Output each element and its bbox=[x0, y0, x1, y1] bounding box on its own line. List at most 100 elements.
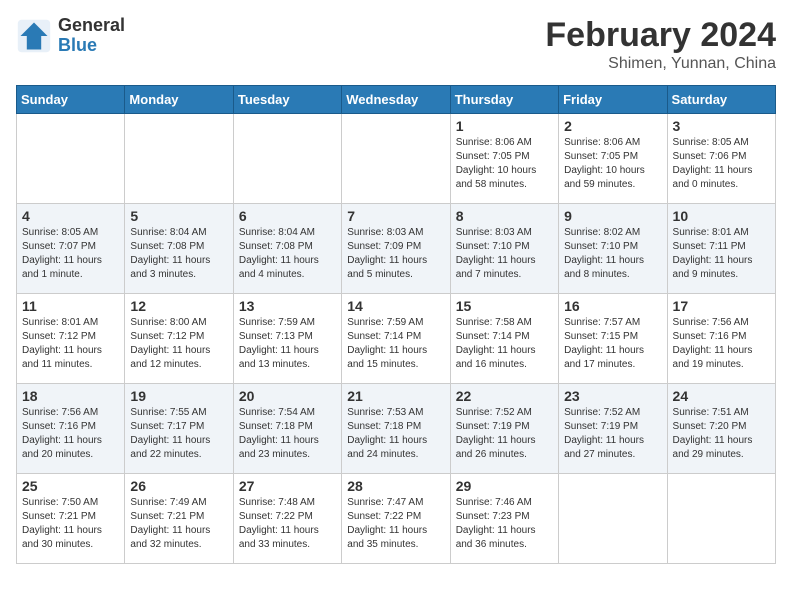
day-info: Sunrise: 8:03 AM Sunset: 7:09 PM Dayligh… bbox=[347, 226, 444, 282]
day-number: 22 bbox=[456, 388, 553, 404]
calendar-cell: 25Sunrise: 7:50 AM Sunset: 7:21 PM Dayli… bbox=[17, 474, 125, 564]
day-info: Sunrise: 7:52 AM Sunset: 7:19 PM Dayligh… bbox=[564, 406, 661, 462]
calendar-cell: 23 Sunrise: 7:52 AM Sunset: 7:19 PM Dayli… bbox=[559, 384, 667, 474]
day-number: 1 bbox=[456, 118, 553, 134]
weekday-header-tuesday: Tuesday bbox=[233, 86, 341, 114]
calendar-cell: 5Sunrise: 8:04 AM Sunset: 7:08 PM Daylig… bbox=[125, 204, 233, 294]
week-row-2: 11 Sunrise: 8:01 AM Sunset: 7:12 PM Dayli… bbox=[17, 294, 776, 384]
day-number: 7 bbox=[347, 208, 444, 224]
weekday-header-wednesday: Wednesday bbox=[342, 86, 450, 114]
calendar-cell: 1 Sunrise: 8:06 AM Sunset: 7:05 PM Daylig… bbox=[450, 114, 558, 204]
calendar-cell: 17 Sunrise: 7:56 AM Sunset: 7:16 PM Dayli… bbox=[667, 294, 775, 384]
logo-text: General Blue bbox=[58, 16, 125, 56]
day-number: 8 bbox=[456, 208, 553, 224]
calendar-cell bbox=[125, 114, 233, 204]
day-info: Sunrise: 7:47 AM Sunset: 7:22 PM Dayligh… bbox=[347, 496, 444, 552]
day-number: 24 bbox=[673, 388, 770, 404]
day-number: 10 bbox=[673, 208, 770, 224]
calendar-cell: 3 Sunrise: 8:05 AM Sunset: 7:06 PM Daylig… bbox=[667, 114, 775, 204]
calendar-cell bbox=[233, 114, 341, 204]
weekday-header-thursday: Thursday bbox=[450, 86, 558, 114]
day-number: 27 bbox=[239, 478, 336, 494]
day-info: Sunrise: 7:48 AM Sunset: 7:22 PM Dayligh… bbox=[239, 496, 336, 552]
day-number: 29 bbox=[456, 478, 553, 494]
day-info: Sunrise: 8:04 AM Sunset: 7:08 PM Dayligh… bbox=[130, 226, 227, 282]
day-info: Sunrise: 8:02 AM Sunset: 7:10 PM Dayligh… bbox=[564, 226, 661, 282]
calendar-header: SundayMondayTuesdayWednesdayThursdayFrid… bbox=[17, 86, 776, 114]
day-info: Sunrise: 7:59 AM Sunset: 7:13 PM Dayligh… bbox=[239, 316, 336, 372]
calendar-cell: 16 Sunrise: 7:57 AM Sunset: 7:15 PM Dayli… bbox=[559, 294, 667, 384]
calendar-cell: 14 Sunrise: 7:59 AM Sunset: 7:14 PM Dayli… bbox=[342, 294, 450, 384]
weekday-row: SundayMondayTuesdayWednesdayThursdayFrid… bbox=[17, 86, 776, 114]
day-number: 19 bbox=[130, 388, 227, 404]
calendar-cell: 22 Sunrise: 7:52 AM Sunset: 7:19 PM Dayli… bbox=[450, 384, 558, 474]
location: Shimen, Yunnan, China bbox=[545, 55, 776, 73]
calendar-cell: 7 Sunrise: 8:03 AM Sunset: 7:09 PM Daylig… bbox=[342, 204, 450, 294]
day-number: 2 bbox=[564, 118, 661, 134]
day-number: 12 bbox=[130, 298, 227, 314]
logo-icon bbox=[16, 18, 52, 54]
calendar-cell: 21Sunrise: 7:53 AM Sunset: 7:18 PM Dayli… bbox=[342, 384, 450, 474]
day-info: Sunrise: 8:05 AM Sunset: 7:06 PM Dayligh… bbox=[673, 136, 770, 192]
calendar-cell: 13 Sunrise: 7:59 AM Sunset: 7:13 PM Dayli… bbox=[233, 294, 341, 384]
weekday-header-saturday: Saturday bbox=[667, 86, 775, 114]
calendar-cell: 4 Sunrise: 8:05 AM Sunset: 7:07 PM Daylig… bbox=[17, 204, 125, 294]
day-info: Sunrise: 7:56 AM Sunset: 7:16 PM Dayligh… bbox=[22, 406, 119, 462]
calendar-cell: 15 Sunrise: 7:58 AM Sunset: 7:14 PM Dayli… bbox=[450, 294, 558, 384]
day-info: Sunrise: 7:53 AM Sunset: 7:18 PM Dayligh… bbox=[347, 406, 444, 462]
calendar-cell bbox=[559, 474, 667, 564]
calendar-cell bbox=[17, 114, 125, 204]
calendar-cell: 2 Sunrise: 8:06 AM Sunset: 7:05 PM Daylig… bbox=[559, 114, 667, 204]
day-number: 11 bbox=[22, 298, 119, 314]
day-info: Sunrise: 8:04 AM Sunset: 7:08 PM Dayligh… bbox=[239, 226, 336, 282]
page-header: General Blue February 2024 Shimen, Yunna… bbox=[16, 16, 776, 73]
weekday-header-sunday: Sunday bbox=[17, 86, 125, 114]
day-info: Sunrise: 7:51 AM Sunset: 7:20 PM Dayligh… bbox=[673, 406, 770, 462]
calendar-cell: 26Sunrise: 7:49 AM Sunset: 7:21 PM Dayli… bbox=[125, 474, 233, 564]
logo-blue-text: Blue bbox=[58, 36, 125, 56]
day-number: 15 bbox=[456, 298, 553, 314]
day-info: Sunrise: 8:06 AM Sunset: 7:05 PM Dayligh… bbox=[564, 136, 661, 192]
day-number: 20 bbox=[239, 388, 336, 404]
day-number: 14 bbox=[347, 298, 444, 314]
day-info: Sunrise: 8:06 AM Sunset: 7:05 PM Dayligh… bbox=[456, 136, 553, 192]
weekday-header-friday: Friday bbox=[559, 86, 667, 114]
day-info: Sunrise: 8:03 AM Sunset: 7:10 PM Dayligh… bbox=[456, 226, 553, 282]
day-number: 3 bbox=[673, 118, 770, 134]
day-info: Sunrise: 8:05 AM Sunset: 7:07 PM Dayligh… bbox=[22, 226, 119, 282]
week-row-3: 18Sunrise: 7:56 AM Sunset: 7:16 PM Dayli… bbox=[17, 384, 776, 474]
week-row-4: 25Sunrise: 7:50 AM Sunset: 7:21 PM Dayli… bbox=[17, 474, 776, 564]
day-info: Sunrise: 7:56 AM Sunset: 7:16 PM Dayligh… bbox=[673, 316, 770, 372]
day-number: 23 bbox=[564, 388, 661, 404]
day-number: 4 bbox=[22, 208, 119, 224]
calendar-cell: 28 Sunrise: 7:47 AM Sunset: 7:22 PM Dayli… bbox=[342, 474, 450, 564]
day-number: 9 bbox=[564, 208, 661, 224]
weekday-header-monday: Monday bbox=[125, 86, 233, 114]
day-number: 17 bbox=[673, 298, 770, 314]
calendar-cell: 29 Sunrise: 7:46 AM Sunset: 7:23 PM Dayli… bbox=[450, 474, 558, 564]
calendar-cell bbox=[667, 474, 775, 564]
title-block: February 2024 Shimen, Yunnan, China bbox=[545, 16, 776, 73]
day-info: Sunrise: 7:46 AM Sunset: 7:23 PM Dayligh… bbox=[456, 496, 553, 552]
day-info: Sunrise: 7:59 AM Sunset: 7:14 PM Dayligh… bbox=[347, 316, 444, 372]
day-number: 28 bbox=[347, 478, 444, 494]
calendar-cell: 19Sunrise: 7:55 AM Sunset: 7:17 PM Dayli… bbox=[125, 384, 233, 474]
day-info: Sunrise: 8:00 AM Sunset: 7:12 PM Dayligh… bbox=[130, 316, 227, 372]
logo-general-text: General bbox=[58, 16, 125, 36]
day-info: Sunrise: 7:52 AM Sunset: 7:19 PM Dayligh… bbox=[456, 406, 553, 462]
day-info: Sunrise: 7:57 AM Sunset: 7:15 PM Dayligh… bbox=[564, 316, 661, 372]
week-row-1: 4 Sunrise: 8:05 AM Sunset: 7:07 PM Daylig… bbox=[17, 204, 776, 294]
day-number: 26 bbox=[130, 478, 227, 494]
day-info: Sunrise: 8:01 AM Sunset: 7:12 PM Dayligh… bbox=[22, 316, 119, 372]
day-number: 16 bbox=[564, 298, 661, 314]
calendar-cell: 8 Sunrise: 8:03 AM Sunset: 7:10 PM Daylig… bbox=[450, 204, 558, 294]
calendar-table: SundayMondayTuesdayWednesdayThursdayFrid… bbox=[16, 85, 776, 564]
calendar-body: 1 Sunrise: 8:06 AM Sunset: 7:05 PM Daylig… bbox=[17, 114, 776, 564]
calendar-cell: 6Sunrise: 8:04 AM Sunset: 7:08 PM Daylig… bbox=[233, 204, 341, 294]
day-info: Sunrise: 7:58 AM Sunset: 7:14 PM Dayligh… bbox=[456, 316, 553, 372]
calendar-cell: 24 Sunrise: 7:51 AM Sunset: 7:20 PM Dayli… bbox=[667, 384, 775, 474]
week-row-0: 1 Sunrise: 8:06 AM Sunset: 7:05 PM Daylig… bbox=[17, 114, 776, 204]
month-year: February 2024 bbox=[545, 16, 776, 55]
day-info: Sunrise: 8:01 AM Sunset: 7:11 PM Dayligh… bbox=[673, 226, 770, 282]
day-number: 13 bbox=[239, 298, 336, 314]
